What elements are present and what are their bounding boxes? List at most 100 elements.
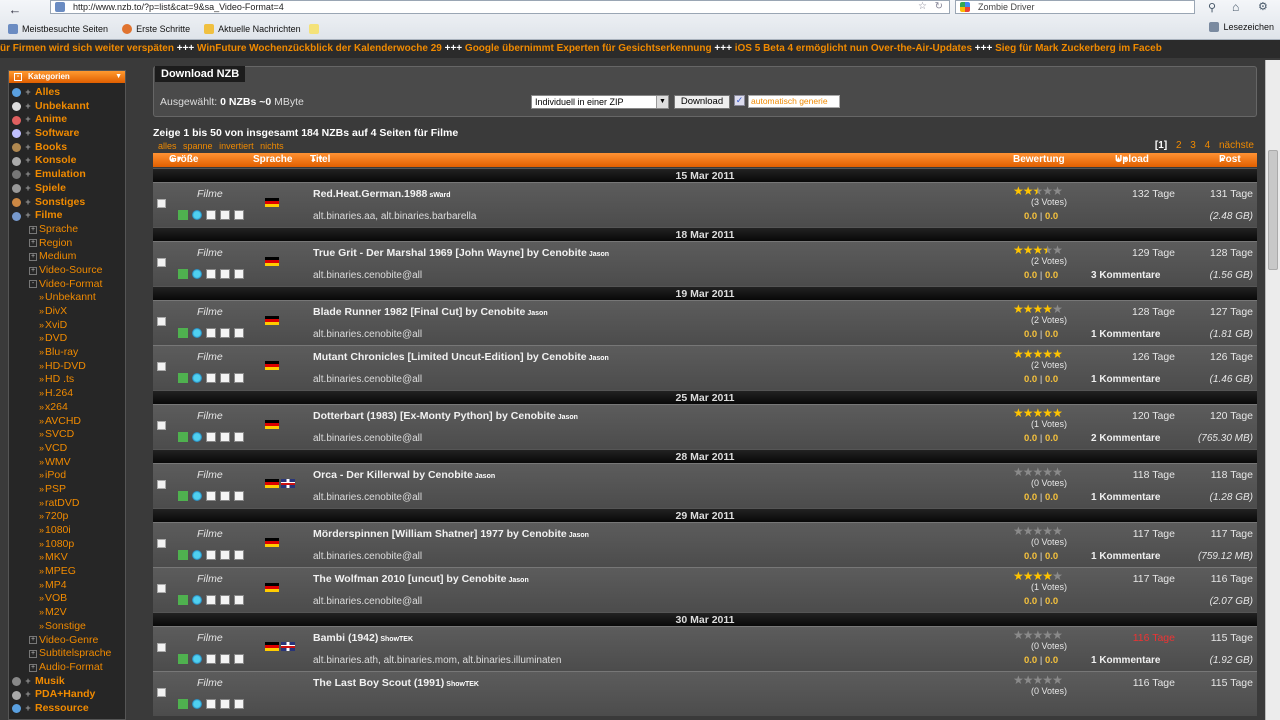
settings-icon[interactable]: ⚙ xyxy=(1258,0,1268,13)
star-icon[interactable]: ★ xyxy=(1052,348,1063,360)
image-icon[interactable] xyxy=(206,432,216,442)
nfo-icon[interactable] xyxy=(178,654,188,664)
sidebar-item[interactable]: + Region xyxy=(9,237,125,251)
file-icon[interactable] xyxy=(220,432,230,442)
sidebar-item[interactable]: + Spiele xyxy=(9,182,125,196)
star-icon[interactable]: ★ xyxy=(1052,570,1063,582)
star-icon[interactable]: ★ xyxy=(1042,185,1053,197)
image-icon[interactable] xyxy=(206,328,216,338)
bookmark-news[interactable]: Aktuelle Nachrichten xyxy=(204,24,323,34)
globe-icon[interactable] xyxy=(192,654,202,664)
row-title-text[interactable]: The Last Boy Scout (1991) xyxy=(313,677,444,689)
table-row[interactable]: Filme Mörderspinnen [William Shatner] 197… xyxy=(153,522,1257,567)
bookmark-star-icon[interactable]: ☆ xyxy=(918,1,927,13)
row-title[interactable]: True Grit - Der Marshal 1969 [John Wayne… xyxy=(313,247,609,259)
nfo-icon[interactable] xyxy=(178,595,188,605)
expand-icon[interactable]: + xyxy=(24,100,32,114)
sidebar-item[interactable]: + Video-Genre xyxy=(9,634,125,648)
row-uploader[interactable]: Jason xyxy=(509,577,529,584)
row-title-text[interactable]: Red.Heat.German.1988 xyxy=(313,188,427,200)
row-category[interactable]: Filme xyxy=(197,410,223,422)
expand-icon[interactable]: + xyxy=(24,209,32,223)
collapse-icon[interactable]: - xyxy=(14,73,22,81)
expand-icon[interactable]: + xyxy=(24,675,32,689)
row-uploader[interactable]: ShowTEK xyxy=(446,681,479,688)
star-icon[interactable]: ★ xyxy=(1023,244,1034,256)
row-category[interactable]: Filme xyxy=(197,306,223,318)
sidebar-item[interactable]: + Sonstiges xyxy=(9,196,125,210)
row-comments-link[interactable]: 1 Kommentare xyxy=(1091,551,1160,562)
star-icon[interactable]: ★ xyxy=(1013,348,1024,360)
table-row[interactable]: Filme Dotterbart (1983) [Ex-Monty Python]… xyxy=(153,404,1257,449)
sidebar-item[interactable]: - Video-Format xyxy=(9,278,125,292)
table-row[interactable]: Filme Blade Runner 1982 [Final Cut] by Ce… xyxy=(153,300,1257,345)
row-category[interactable]: Filme xyxy=(197,677,223,689)
sidebar-item[interactable]: » M2V xyxy=(9,606,125,620)
row-title-text[interactable]: Mörderspinnen [William Shatner] 1977 by … xyxy=(313,528,567,540)
star-icon[interactable]: ★ xyxy=(1052,674,1063,686)
image-icon[interactable] xyxy=(206,373,216,383)
document-icon[interactable] xyxy=(234,491,244,501)
search-icon[interactable]: ⚲ xyxy=(1208,1,1216,14)
file-icon[interactable] xyxy=(220,210,230,220)
sidebar-item[interactable]: + Konsole xyxy=(9,154,125,168)
star-icon[interactable]: ★ xyxy=(1023,570,1034,582)
sidebar-item[interactable]: + Sprache xyxy=(9,223,125,237)
sidebar-item[interactable]: + Unbekannt xyxy=(9,100,125,114)
globe-icon[interactable] xyxy=(192,269,202,279)
row-checkbox[interactable] xyxy=(157,584,166,593)
row-title[interactable]: Orca - Der Killerwal by Cenobite Jason xyxy=(313,469,495,481)
row-category[interactable]: Filme xyxy=(197,351,223,363)
row-title-text[interactable]: The Wolfman 2010 [uncut] by Cenobite xyxy=(313,573,507,585)
star-icon[interactable]: ★ xyxy=(1042,570,1053,582)
star-icon[interactable]: ★ xyxy=(1042,348,1053,360)
rating-stars[interactable]: ★ ★ ★ ★ ★ xyxy=(1013,348,1063,360)
sidebar-item[interactable]: » 1080p xyxy=(9,538,125,552)
row-title[interactable]: Mörderspinnen [William Shatner] 1977 by … xyxy=(313,528,589,540)
bookmark-first-steps[interactable]: Erste Schritte xyxy=(122,24,190,34)
document-icon[interactable] xyxy=(234,210,244,220)
star-icon[interactable]: ★ xyxy=(1023,466,1034,478)
star-icon[interactable]: ★ xyxy=(1042,525,1053,537)
nfo-icon[interactable] xyxy=(178,491,188,501)
sidebar-item[interactable]: + Software xyxy=(9,127,125,141)
star-icon[interactable]: ★ xyxy=(1042,244,1053,256)
sidebar-item[interactable]: » SVCD xyxy=(9,428,125,442)
row-title-text[interactable]: Mutant Chronicles [Limited Uncut-Edition… xyxy=(313,351,587,363)
image-icon[interactable] xyxy=(206,654,216,664)
sidebar-item[interactable]: + Ressource xyxy=(9,702,125,716)
sidebar-item[interactable]: » PSP xyxy=(9,483,125,497)
star-icon[interactable]: ★ xyxy=(1013,407,1024,419)
expand-icon[interactable]: + xyxy=(24,86,32,100)
select-none-link[interactable]: nichts xyxy=(260,141,284,151)
row-category[interactable]: Filme xyxy=(197,469,223,481)
nfo-icon[interactable] xyxy=(178,269,188,279)
row-checkbox[interactable] xyxy=(157,480,166,489)
row-title[interactable]: The Wolfman 2010 [uncut] by Cenobite Jaso… xyxy=(313,573,529,585)
document-icon[interactable] xyxy=(234,373,244,383)
star-icon[interactable]: ★ xyxy=(1013,674,1024,686)
ticker-item[interactable]: iOS 5 Beta 4 ermöglicht nun Over-the-Air… xyxy=(735,43,972,54)
table-row[interactable]: Filme The Last Boy Scout (1991) ShowTEK ★ ★ ★… xyxy=(153,671,1257,716)
document-icon[interactable] xyxy=(234,550,244,560)
select-invert-link[interactable]: invertiert xyxy=(219,141,254,151)
sidebar-item[interactable]: » VCD xyxy=(9,442,125,456)
globe-icon[interactable] xyxy=(192,699,202,709)
expand-icon[interactable]: + xyxy=(24,154,32,168)
row-title[interactable]: Red.Heat.German.1988 sWard xyxy=(313,188,451,200)
page-link[interactable]: 4 xyxy=(1205,140,1211,151)
expand-icon[interactable]: + xyxy=(29,239,37,248)
reload-icon[interactable]: ↻ xyxy=(935,1,943,13)
bookmarks-menu[interactable]: Lesezeichen xyxy=(1209,22,1274,32)
ticker-item[interactable]: ür Firmen wird sich weiter verspäten xyxy=(0,43,174,54)
rating-stars[interactable]: ★ ★ ★ ★ ★ xyxy=(1013,244,1063,256)
star-icon[interactable]: ★ xyxy=(1033,407,1044,419)
expand-icon[interactable]: + xyxy=(24,702,32,716)
next-page-link[interactable]: nächste xyxy=(1219,140,1254,151)
table-row[interactable]: Filme Bambi (1942) ShowTEK alt.binaries.ath… xyxy=(153,626,1257,671)
star-icon[interactable]: ★ xyxy=(1023,525,1034,537)
sidebar-item[interactable]: + Filme xyxy=(9,209,125,223)
star-icon[interactable]: ★ xyxy=(1023,629,1034,641)
row-uploader[interactable]: ShowTEK xyxy=(380,636,413,643)
star-icon[interactable]: ★ xyxy=(1013,629,1024,641)
